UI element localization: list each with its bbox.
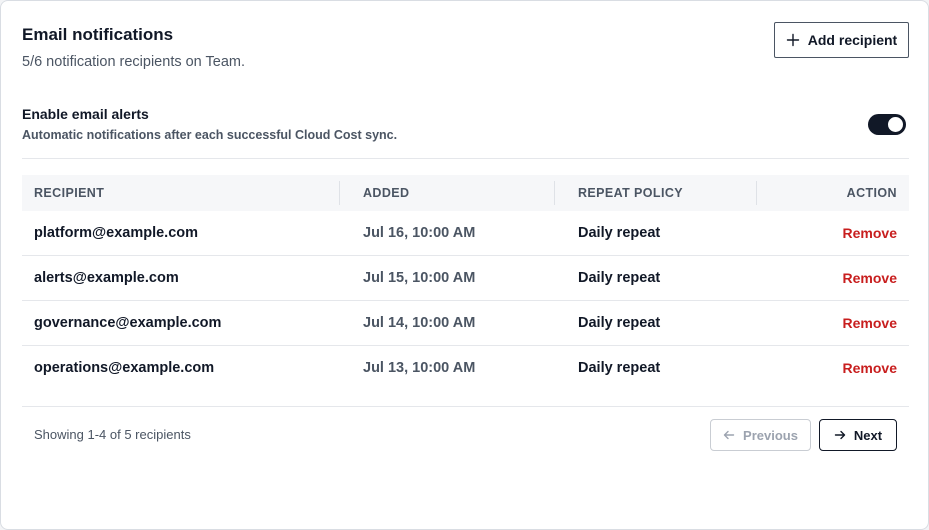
recipient-email: platform@example.com	[34, 225, 199, 241]
page-title: Email notifications	[22, 25, 174, 44]
add-recipient-button[interactable]: Add recipient	[774, 22, 909, 58]
repeat-policy: Daily repeat	[578, 225, 661, 241]
divider	[22, 406, 909, 407]
next-button[interactable]: Next	[819, 419, 897, 451]
email-notifications-card: Email notifications 5/6 notification rec…	[0, 0, 929, 530]
recipient-email: operations@example.com	[34, 360, 215, 376]
recipients-count-subtitle: 5/6 notification recipients on Team.	[22, 54, 246, 70]
added-date: Jul 15, 10:00 AM	[363, 270, 476, 286]
divider	[22, 158, 909, 159]
recipient-email: alerts@example.com	[34, 270, 179, 286]
added-date: Jul 16, 10:00 AM	[363, 225, 476, 241]
remove-button[interactable]: Remove	[843, 360, 897, 376]
column-separator	[339, 181, 340, 205]
repeat-policy: Daily repeat	[578, 315, 661, 331]
remove-button[interactable]: Remove	[843, 270, 897, 286]
previous-label: Previous	[743, 427, 798, 443]
added-date: Jul 14, 10:00 AM	[363, 315, 476, 331]
arrow-right-icon	[834, 429, 846, 441]
pagination-summary: Showing 1-4 of 5 recipients	[34, 427, 191, 442]
table-header: RECIPIENT ADDED REPEAT POLICY ACTION	[22, 175, 909, 211]
recipient-email: governance@example.com	[34, 315, 222, 331]
arrow-left-icon	[723, 429, 735, 441]
column-header-repeat-policy: REPEAT POLICY	[578, 186, 683, 200]
previous-button[interactable]: Previous	[710, 419, 811, 451]
column-separator	[554, 181, 555, 205]
table-row: operations@example.com Jul 13, 10:00 AM …	[22, 346, 909, 391]
remove-button[interactable]: Remove	[843, 225, 897, 241]
next-label: Next	[853, 427, 883, 443]
email-alerts-toggle[interactable]	[868, 114, 906, 135]
table-row: governance@example.com Jul 14, 10:00 AM …	[22, 301, 909, 346]
column-separator	[756, 181, 757, 205]
added-date: Jul 13, 10:00 AM	[363, 360, 476, 376]
column-header-recipient: RECIPIENT	[34, 186, 105, 200]
table-row: alerts@example.com Jul 15, 10:00 AM Dail…	[22, 256, 909, 301]
plus-icon	[786, 33, 800, 47]
alerts-title: Enable email alerts	[22, 106, 149, 122]
repeat-policy: Daily repeat	[578, 360, 661, 376]
remove-button[interactable]: Remove	[843, 315, 897, 331]
column-header-added: ADDED	[363, 186, 410, 200]
toggle-knob	[888, 117, 903, 132]
table-row: platform@example.com Jul 16, 10:00 AM Da…	[22, 211, 909, 256]
repeat-policy: Daily repeat	[578, 270, 661, 286]
column-header-action: ACTION	[846, 186, 897, 200]
add-recipient-label: Add recipient	[807, 32, 898, 48]
alerts-description: Automatic notifications after each succe…	[22, 128, 398, 142]
